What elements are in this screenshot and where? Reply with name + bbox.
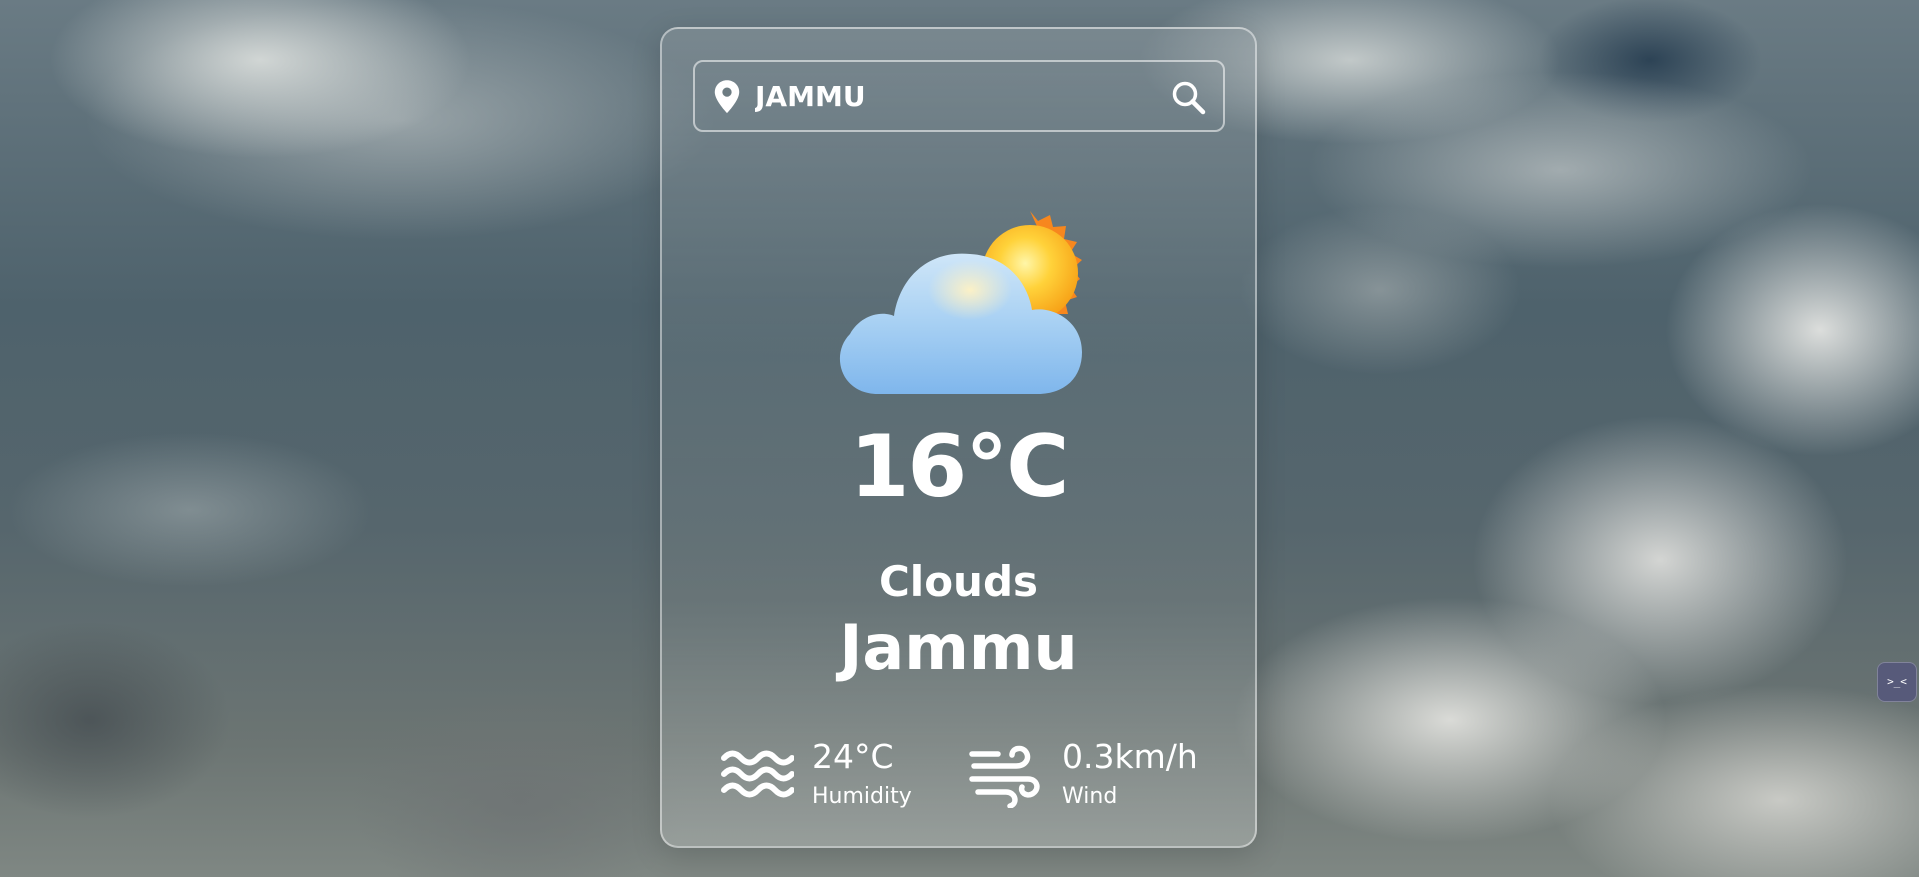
temperature: 16°C (849, 417, 1070, 517)
search-button[interactable] (1169, 78, 1209, 118)
humidity-value: 24°C (812, 737, 894, 776)
wind-label: Wind (1062, 784, 1118, 809)
humidity-label: Humidity (812, 784, 912, 809)
humidity-detail: 24°C Humidity (720, 736, 950, 816)
assistant-widget-icon: >_< (1887, 675, 1907, 688)
water-waves-icon (721, 750, 794, 798)
location-pin-icon (714, 80, 740, 114)
city-name: Jammu (839, 611, 1078, 684)
search-icon (1172, 81, 1206, 115)
partly-cloudy-icon (839, 211, 1082, 394)
search-input[interactable] (755, 72, 1155, 120)
assistant-widget-button[interactable]: >_< (1877, 662, 1917, 702)
weather-condition: Clouds (878, 557, 1039, 606)
wind-detail: 0.3km/h Wind (969, 736, 1230, 816)
search-box (693, 60, 1225, 132)
wind-value: 0.3km/h (1062, 737, 1198, 776)
wind-icon (969, 745, 1040, 808)
weather-card: 16°C Clouds Jammu 24°C Humidity 0.3km/h … (660, 27, 1257, 848)
